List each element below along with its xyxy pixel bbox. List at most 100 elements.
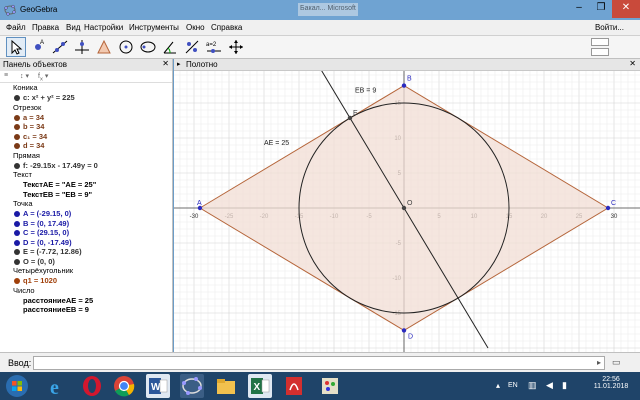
algebra-item[interactable]: c₁ = 34 (14, 132, 47, 141)
maximize-button[interactable]: ❐ (590, 0, 612, 18)
line-tool-button[interactable] (50, 37, 70, 57)
clock[interactable]: 22:56 11.01.2018 (588, 376, 634, 390)
language-indicator[interactable]: EN (508, 382, 518, 389)
pdf-reader-icon[interactable] (282, 374, 306, 398)
visibility-toggle-icon[interactable] (14, 143, 20, 150)
menu-help[interactable]: Справка (211, 23, 242, 32)
minimize-button[interactable]: – (568, 0, 590, 18)
menu-tools[interactable]: Инструменты (129, 23, 179, 32)
input-help-icon[interactable]: ▸ (597, 358, 601, 367)
algebra-item[interactable]: q1 = 1020 (14, 276, 57, 285)
clock-date: 11.01.2018 (593, 383, 629, 390)
word-icon[interactable]: W (146, 374, 170, 398)
redo-button[interactable] (591, 48, 609, 56)
algebra-item-text: расстояниеAE = 25 (23, 295, 94, 305)
file-explorer-icon[interactable] (214, 374, 238, 398)
sort-icon[interactable]: ↕ ▾ (20, 72, 29, 80)
algebra-item[interactable]: A = (-29.15, 0) (14, 209, 71, 218)
graphics-view-title: Полотно (186, 60, 218, 69)
move-view-tool-button[interactable] (226, 37, 246, 57)
visibility-toggle-icon[interactable] (14, 230, 20, 237)
algebra-category[interactable]: Число (13, 286, 35, 295)
tray-arrow-icon[interactable]: ▴ (496, 381, 500, 390)
algebra-item[interactable]: расстояниеEB = 9 (14, 305, 89, 314)
network-icon[interactable]: ▥ (528, 380, 537, 391)
algebra-item[interactable]: ТекстAE = "AE = 25" (14, 180, 96, 189)
visibility-toggle-icon[interactable] (14, 162, 20, 169)
move-tool-button[interactable] (6, 37, 26, 57)
visibility-toggle-icon[interactable] (14, 239, 20, 246)
close-view-icon[interactable]: ✕ (629, 59, 636, 68)
angle-tool-button[interactable] (160, 37, 180, 57)
visibility-toggle-icon[interactable] (14, 114, 20, 121)
algebra-category[interactable]: Прямая (13, 151, 40, 160)
input-field[interactable] (33, 356, 605, 370)
algebra-item[interactable]: C = (29.15, 0) (14, 228, 69, 237)
visibility-toggle-icon[interactable] (14, 133, 20, 140)
visibility-toggle-icon[interactable] (14, 307, 20, 314)
algebra-item[interactable]: расстояниеAE = 25 (14, 296, 93, 305)
algebra-item[interactable]: b = 34 (14, 122, 44, 131)
clock-time: 22:56 (602, 376, 620, 383)
algebra-item[interactable]: O = (0, 0) (14, 257, 55, 266)
visibility-toggle-icon[interactable] (14, 278, 20, 285)
visibility-toggle-icon[interactable] (14, 182, 20, 189)
algebra-category[interactable]: Коника (13, 83, 38, 92)
visibility-toggle-icon[interactable] (14, 191, 20, 198)
algebra-item[interactable]: d = 34 (14, 141, 44, 150)
opera-icon[interactable] (80, 374, 104, 398)
menu-file[interactable]: Файл (6, 23, 26, 32)
graphics-view[interactable]: -30-25-20-15-10-551015202530-15-10-55101… (172, 60, 640, 352)
algebra-item-text: b = 34 (23, 122, 45, 131)
paint-icon[interactable] (318, 374, 342, 398)
algebra-item[interactable]: a = 34 (14, 113, 44, 122)
reflect-tool-button[interactable] (182, 37, 202, 57)
point-tool-button[interactable]: A (28, 37, 48, 57)
polygon-tool-button[interactable] (94, 37, 114, 57)
visibility-toggle-icon[interactable] (14, 211, 20, 218)
algebra-category[interactable]: Текст (13, 170, 32, 179)
undo-button[interactable] (591, 38, 609, 46)
battery-icon[interactable]: ▮ (562, 380, 567, 391)
slider-tool-button[interactable]: a=2 (204, 37, 224, 57)
background-window-tab[interactable]: Бакал... Microsoft Ex... (298, 3, 358, 16)
menu-view[interactable]: Вид (66, 23, 80, 32)
chrome-icon[interactable] (112, 374, 136, 398)
circle-tool-button[interactable] (116, 37, 136, 57)
geogebra-taskbar-icon[interactable] (180, 374, 204, 398)
internet-explorer-icon[interactable]: e (46, 374, 70, 399)
algebra-category[interactable]: Отрезок (13, 103, 41, 112)
close-panel-icon[interactable]: ✕ (162, 59, 169, 68)
algebra-category[interactable]: Четырёхугольник (13, 266, 73, 275)
close-button[interactable]: ✕ (612, 0, 640, 18)
auxiliary-objects-icon[interactable]: fx ▾ (38, 72, 48, 82)
algebra-item[interactable]: E = (-7.72, 12.86) (14, 247, 82, 256)
visibility-toggle-icon[interactable] (14, 95, 20, 102)
algebra-menu-icon[interactable]: ≡ (4, 72, 8, 79)
algebra-item[interactable]: c: x² + y² = 225 (14, 93, 75, 102)
visibility-toggle-icon[interactable] (14, 124, 20, 131)
start-button-icon[interactable] (6, 375, 28, 397)
visibility-toggle-icon[interactable] (14, 258, 20, 265)
menu-window[interactable]: Окно (186, 23, 205, 32)
keyboard-icon[interactable]: ▭ (612, 357, 621, 368)
visibility-toggle-icon[interactable] (14, 220, 20, 227)
algebra-category[interactable]: Точка (13, 199, 33, 208)
menu-settings[interactable]: Настройки (84, 23, 123, 32)
visibility-toggle-icon[interactable] (14, 249, 20, 256)
view-menu-icon[interactable]: ▸ (177, 60, 181, 68)
algebra-item[interactable]: B = (0, 17.49) (14, 219, 69, 228)
volume-icon[interactable]: ◀ (546, 380, 553, 391)
algebra-item[interactable]: f: -29.15x - 17.49y = 0 (14, 161, 98, 170)
visibility-toggle-icon[interactable] (14, 297, 20, 304)
login-link[interactable]: Войти... (595, 23, 624, 32)
ellipse-tool-button[interactable] (138, 37, 158, 57)
graphics-canvas[interactable]: -30-25-20-15-10-551015202530-15-10-55101… (172, 60, 640, 352)
point-label-C: C (611, 200, 616, 207)
excel-icon[interactable]: X (248, 374, 272, 398)
geogebra-logo-icon (4, 4, 16, 16)
algebra-item[interactable]: D = (0, -17.49) (14, 238, 72, 247)
menu-edit[interactable]: Правка (32, 23, 59, 32)
perpendicular-tool-button[interactable] (72, 37, 92, 57)
algebra-item[interactable]: ТекстEB = "EB = 9" (14, 190, 92, 199)
